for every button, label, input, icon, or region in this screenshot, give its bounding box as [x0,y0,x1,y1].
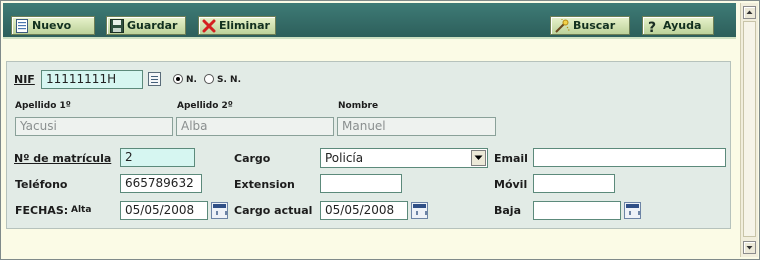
cargo-select[interactable]: Policía [320,148,488,168]
nuevo-button-label: Nuevo [32,19,72,32]
ayuda-button[interactable]: ? Ayuda [642,16,714,35]
extension-label: Extension [234,178,295,191]
delete-icon [202,19,216,32]
matricula-input[interactable]: 2 [120,148,195,167]
fechas-label: FECHAS: [15,204,69,217]
telefono-input[interactable]: 665789632 [120,174,202,193]
nombre-input[interactable]: Manuel [337,117,496,136]
eliminar-button-label: Eliminar [219,19,270,32]
save-icon [110,18,124,33]
nif-label: NIF [14,73,35,86]
cargo-label: Cargo [234,152,271,165]
apellido1-input[interactable]: Yacusi [15,117,173,136]
main-window: Nuevo Guardar Eliminar Buscar ? Ayuda NI… [0,0,760,260]
search-wand-icon [555,18,570,33]
guardar-button[interactable]: Guardar [106,16,186,35]
baja-date-input[interactable] [533,201,621,220]
arrow-down-icon [746,246,753,250]
list-icon[interactable] [148,72,161,86]
radio-sn[interactable] [204,74,214,84]
alta-label: Alta [71,205,92,215]
radio-n[interactable] [173,74,183,84]
new-document-icon [16,18,28,33]
apellido2-input[interactable]: Alba [176,117,334,136]
nuevo-button[interactable]: Nuevo [11,16,95,35]
nif-input[interactable]: 11111111H [41,70,143,89]
vertical-scrollbar[interactable] [740,3,758,257]
radio-sn-label: S. N. [217,75,241,85]
help-icon: ? [648,20,656,33]
guardar-button-label: Guardar [127,19,178,32]
scroll-thumb[interactable] [743,21,756,237]
cargo-actual-calendar-icon[interactable] [411,202,428,219]
email-label: Email [494,152,528,165]
radio-n-label: N. [186,75,197,85]
movil-label: Móvil [494,178,528,191]
scroll-up-button[interactable] [743,6,756,19]
telefono-label: Teléfono [15,178,68,191]
apellido2-label: Apellido 2º [177,101,233,111]
extension-input[interactable] [320,174,402,193]
eliminar-button[interactable]: Eliminar [198,16,276,35]
cargo-actual-date-input[interactable]: 05/05/2008 [320,201,408,220]
alta-calendar-icon[interactable] [211,202,228,219]
email-input[interactable] [533,148,726,167]
alta-date-input[interactable]: 05/05/2008 [120,201,208,220]
movil-input[interactable] [533,174,615,193]
scroll-down-button[interactable] [743,241,756,254]
buscar-button[interactable]: Buscar [550,16,630,35]
ayuda-button-label: Ayuda [663,19,702,32]
matricula-label: Nº de matrícula [14,152,112,165]
svg-text:?: ? [648,20,656,33]
toolbar: Nuevo Guardar Eliminar Buscar ? Ayuda [3,3,736,39]
arrow-up-icon [746,10,753,14]
employee-form-panel: NIF 11111111H N. S. N. Apellido 1º Apell… [6,61,731,229]
dropdown-arrow-icon[interactable] [471,150,486,166]
baja-label: Baja [494,204,522,217]
apellido1-label: Apellido 1º [15,101,71,111]
buscar-button-label: Buscar [573,19,616,32]
cargo-actual-label: Cargo actual [234,204,313,217]
baja-calendar-icon[interactable] [624,202,641,219]
nombre-label: Nombre [338,101,379,111]
cargo-select-value: Policía [325,151,364,165]
